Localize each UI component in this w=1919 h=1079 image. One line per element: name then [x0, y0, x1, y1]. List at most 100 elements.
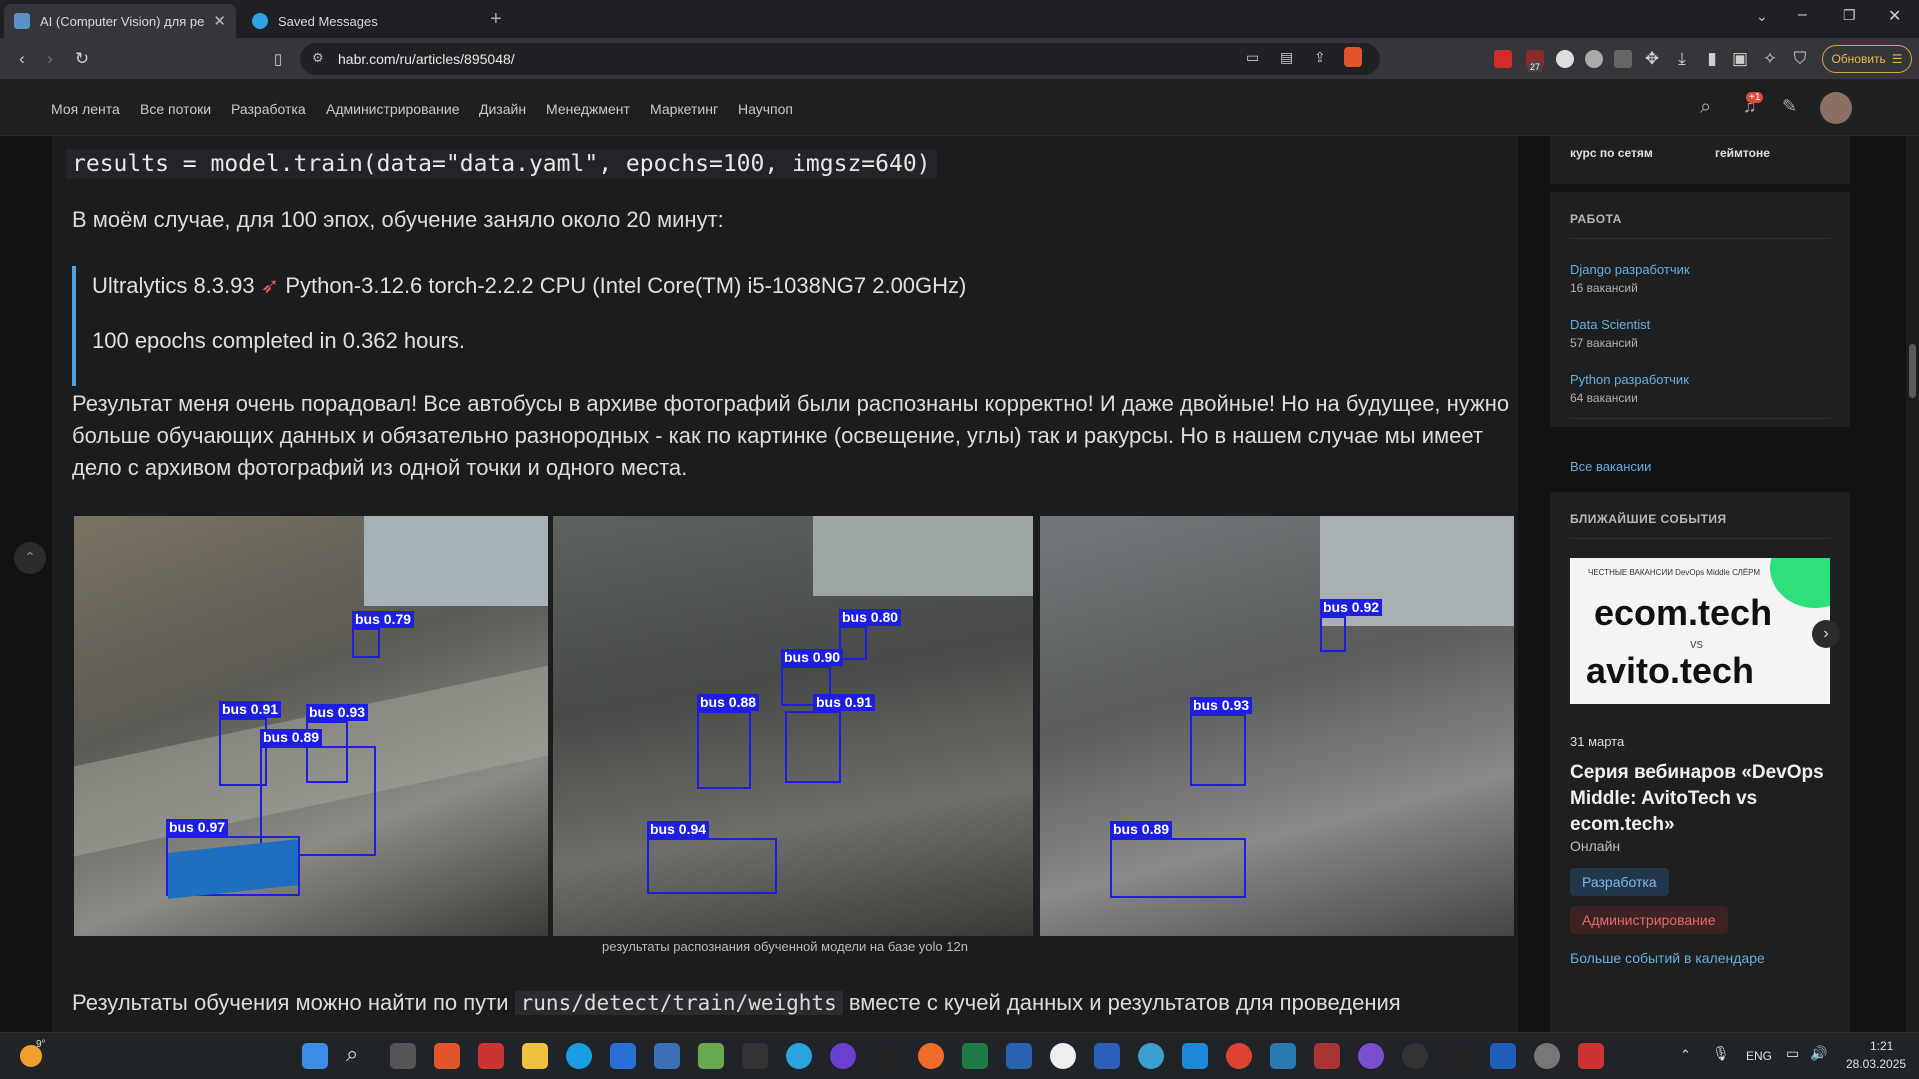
obs-icon[interactable] [1402, 1043, 1428, 1069]
job-link-python[interactable]: Python разработчик [1570, 372, 1689, 387]
app-purple-icon[interactable] [830, 1043, 856, 1069]
course-link[interactable]: курс по сетям [1570, 146, 1653, 160]
nav-my-feed[interactable]: Моя лента [51, 101, 120, 117]
microphone-icon[interactable]: 🎙 [1712, 1045, 1730, 1062]
banner-ecom: ecom.tech [1594, 592, 1773, 633]
calendar-icon[interactable] [1006, 1043, 1032, 1069]
building-shape [364, 516, 548, 606]
excel-icon[interactable] [962, 1043, 988, 1069]
url-text[interactable]: habr.com/ru/articles/895048/ [338, 51, 515, 67]
address-bar[interactable]: ⚙ habr.com/ru/articles/895048/ ▭ ▤ ⇪ [300, 43, 1380, 75]
window-close-button[interactable]: ✕ [1888, 6, 1901, 26]
search-icon[interactable]: ⌕ [346, 1041, 358, 1067]
nav-marketing[interactable]: Маркетинг [650, 101, 718, 117]
app-mosaic-icon[interactable] [1314, 1043, 1340, 1069]
restore-button[interactable]: ❐ [1843, 7, 1856, 24]
more-events-link[interactable]: Больше событий в календаре [1570, 950, 1765, 966]
scrollbar[interactable] [1906, 136, 1919, 1032]
leo-ai-icon[interactable]: ✧ [1758, 47, 1782, 71]
vpn-shield-icon[interactable]: ⛉ [1788, 47, 1812, 71]
extension-chat-icon[interactable] [1556, 50, 1574, 68]
app-orange-icon[interactable] [918, 1043, 944, 1069]
media-player-icon[interactable] [874, 1043, 900, 1069]
edge-icon[interactable] [566, 1043, 592, 1069]
vscode-icon[interactable] [654, 1043, 680, 1069]
sidebar-toggle-icon[interactable]: ▮ [1700, 47, 1724, 71]
webstorm-icon[interactable] [1490, 1043, 1516, 1069]
avatar[interactable] [1820, 92, 1852, 124]
cast-icon[interactable]: ▭ [1246, 49, 1259, 66]
forward-icon[interactable]: › [38, 47, 62, 71]
nav-all-streams[interactable]: Все потоки [140, 101, 211, 117]
minimize-button[interactable]: – [1798, 6, 1807, 24]
extension-red-icon[interactable] [1494, 50, 1512, 68]
bbox-label: bus 0.94 [647, 821, 710, 838]
clock-time[interactable]: 1:21 [1870, 1039, 1893, 1053]
site-info-icon[interactable]: ⚙ [312, 50, 324, 66]
language-indicator[interactable]: ENG [1746, 1049, 1772, 1063]
clock-date[interactable]: 28.03.2025 [1846, 1057, 1906, 1071]
detection-photo-3: bus 0.92 bus 0.93 bus 0.89 [1040, 516, 1514, 936]
nav-development[interactable]: Разработка [231, 101, 306, 117]
7zip-icon[interactable] [1446, 1043, 1472, 1069]
event-title[interactable]: Серия вебинаров «DevOps Middle: AvitoTec… [1570, 760, 1830, 838]
nav-popsci[interactable]: Научпоп [738, 101, 793, 117]
word-icon[interactable] [1094, 1043, 1120, 1069]
scrollbar-thumb[interactable] [1909, 344, 1916, 398]
notepad-icon[interactable] [698, 1043, 724, 1069]
extension-vpn-icon[interactable] [1585, 50, 1603, 68]
nav-administration[interactable]: Администрирование [326, 101, 460, 117]
close-tab-icon[interactable]: ✕ [213, 12, 226, 30]
reload-icon[interactable]: ↻ [70, 47, 94, 71]
scroll-up-button[interactable]: ⌃ [14, 542, 46, 574]
tag-development[interactable]: Разработка [1570, 868, 1669, 896]
volume-icon[interactable]: 🔊 [1810, 1045, 1827, 1062]
wallet-icon[interactable]: ▣ [1728, 47, 1752, 71]
write-pen-icon[interactable]: ✎ [1782, 96, 1797, 117]
back-icon[interactable]: ‹ [10, 47, 34, 71]
tag-administration[interactable]: Администрирование [1570, 906, 1728, 934]
chrome-icon[interactable] [1226, 1043, 1252, 1069]
search-icon[interactable]: ⌕ [1700, 96, 1711, 119]
job-count: 16 вакансий [1570, 281, 1638, 295]
job-link-data-scientist[interactable]: Data Scientist [1570, 317, 1650, 332]
event-banner[interactable]: ЧЕСТНЫЕ ВАКАНСИИ DevOps Middle СЛЁРМ eco… [1570, 558, 1830, 704]
store-icon[interactable] [610, 1043, 636, 1069]
app-g-icon[interactable] [1050, 1043, 1076, 1069]
network-app-icon[interactable] [1138, 1043, 1164, 1069]
quote-line-epochs: 100 epochs completed in 0.362 hours. [92, 328, 466, 353]
terminal-icon[interactable] [742, 1043, 768, 1069]
downloads-icon[interactable]: ⤓ [1670, 47, 1694, 71]
bookmark-icon[interactable]: ▯ [266, 47, 290, 71]
nav-management[interactable]: Менеджмент [546, 101, 630, 117]
task-view-icon[interactable] [390, 1043, 416, 1069]
app-blue-icon[interactable] [1182, 1043, 1208, 1069]
snipping-tool-icon[interactable] [1578, 1043, 1604, 1069]
brave-icon[interactable] [434, 1043, 460, 1069]
file-explorer-icon[interactable] [522, 1043, 548, 1069]
settings-gear-icon[interactable] [1534, 1043, 1560, 1069]
extensions-puzzle-icon[interactable]: ✥ [1640, 47, 1664, 71]
tab-list-chevron-icon[interactable]: ⌄ [1756, 8, 1768, 25]
carousel-next-button[interactable]: › [1812, 620, 1840, 648]
figure-caption: результаты распознания обученной модели … [602, 939, 968, 954]
update-button[interactable]: Обновить ☰ [1822, 45, 1912, 73]
course-link[interactable]: геймтоне [1715, 146, 1770, 160]
app-drop-icon[interactable] [1358, 1043, 1384, 1069]
job-link-django[interactable]: Django разработчик [1570, 262, 1690, 277]
tab-saved-messages[interactable]: Saved Messages [242, 4, 482, 38]
tray-chevron-icon[interactable]: ⌃ [1680, 1047, 1691, 1063]
telegram-icon[interactable] [786, 1043, 812, 1069]
app-red-icon[interactable] [478, 1043, 504, 1069]
share-icon[interactable]: ⇪ [1314, 49, 1326, 66]
all-jobs-link[interactable]: Все вакансии [1570, 459, 1651, 474]
reader-icon[interactable]: ▤ [1280, 49, 1293, 66]
start-windows-icon[interactable] [302, 1043, 328, 1069]
extension-d-icon[interactable] [1614, 50, 1632, 68]
tab-active[interactable]: AI (Computer Vision) для реал ✕ [4, 4, 236, 38]
remote-desktop-icon[interactable] [1270, 1043, 1296, 1069]
new-tab-button[interactable]: + [490, 8, 502, 31]
brave-shield-icon[interactable] [1344, 47, 1362, 67]
display-icon[interactable]: ▭ [1786, 1045, 1799, 1062]
nav-design[interactable]: Дизайн [479, 101, 526, 117]
